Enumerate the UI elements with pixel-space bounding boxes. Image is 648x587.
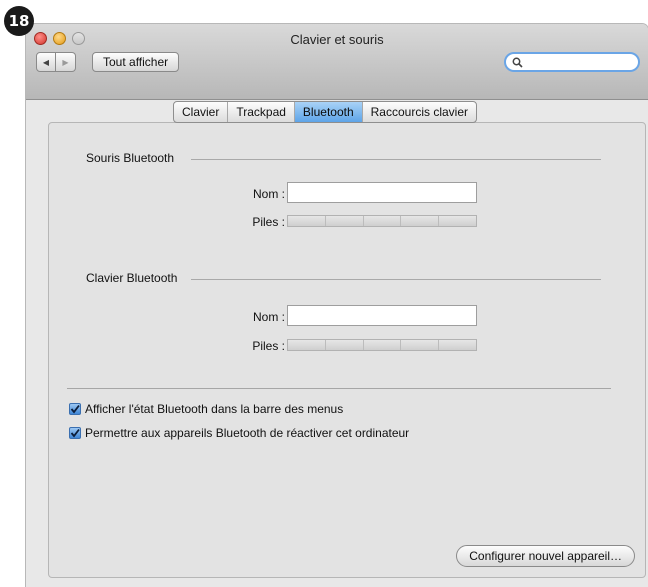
back-button[interactable]: ◀ [36, 52, 56, 72]
show-all-button[interactable]: Tout afficher [92, 52, 180, 72]
checkmark-icon [70, 404, 80, 414]
search-icon [512, 57, 523, 68]
window-title: Clavier et souris [290, 32, 384, 47]
options-divider [67, 388, 611, 389]
keyboard-battery-label: Piles : [252, 339, 285, 353]
tab-clavier[interactable]: Clavier [174, 102, 229, 122]
triangle-right-icon: ▶ [62, 57, 69, 67]
mouse-name-field [287, 182, 477, 203]
configure-new-device-button[interactable]: Configurer nouvel appareil… [456, 545, 635, 567]
mouse-battery-label: Piles : [252, 215, 285, 229]
tab-bluetooth[interactable]: Bluetooth [294, 102, 363, 122]
preferences-window: Clavier et souris ◀ ▶ Tout afficher Clav… [26, 24, 648, 587]
tab-bar: Clavier Trackpad Bluetooth Raccourcis cl… [173, 101, 477, 123]
forward-button[interactable]: ▶ [56, 52, 76, 72]
bluetooth-pane: Souris Bluetooth Nom : Piles : Clavier B… [48, 122, 646, 578]
tab-raccourcis-clavier[interactable]: Raccourcis clavier [363, 102, 476, 122]
tab-trackpad[interactable]: Trackpad [228, 102, 295, 122]
show-status-option[interactable]: Afficher l'état Bluetooth dans la barre … [69, 402, 343, 416]
triangle-left-icon: ◀ [42, 57, 50, 67]
mouse-section-rule [191, 159, 601, 160]
title-bar: Clavier et souris ◀ ▶ Tout afficher [26, 24, 648, 100]
step-number-badge: 18 [4, 6, 34, 36]
keyboard-battery-meter [287, 339, 477, 351]
allow-wake-option[interactable]: Permettre aux appareils Bluetooth de réa… [69, 426, 409, 440]
search-field[interactable] [504, 52, 640, 72]
mouse-battery-meter [287, 215, 477, 227]
checkmark-icon [70, 428, 80, 438]
mouse-name-label: Nom : [252, 187, 285, 201]
keyboard-name-label: Nom : [252, 310, 285, 324]
allow-wake-checkbox[interactable] [69, 427, 81, 439]
show-status-checkbox[interactable] [69, 403, 81, 415]
keyboard-section-title: Clavier Bluetooth [86, 271, 178, 285]
keyboard-section-rule [191, 279, 601, 280]
back-forward-group: ◀ ▶ [36, 52, 76, 72]
show-status-label: Afficher l'état Bluetooth dans la barre … [85, 402, 344, 416]
allow-wake-label: Permettre aux appareils Bluetooth de réa… [85, 426, 410, 440]
mouse-section-title: Souris Bluetooth [86, 151, 175, 165]
keyboard-name-field [287, 305, 477, 326]
